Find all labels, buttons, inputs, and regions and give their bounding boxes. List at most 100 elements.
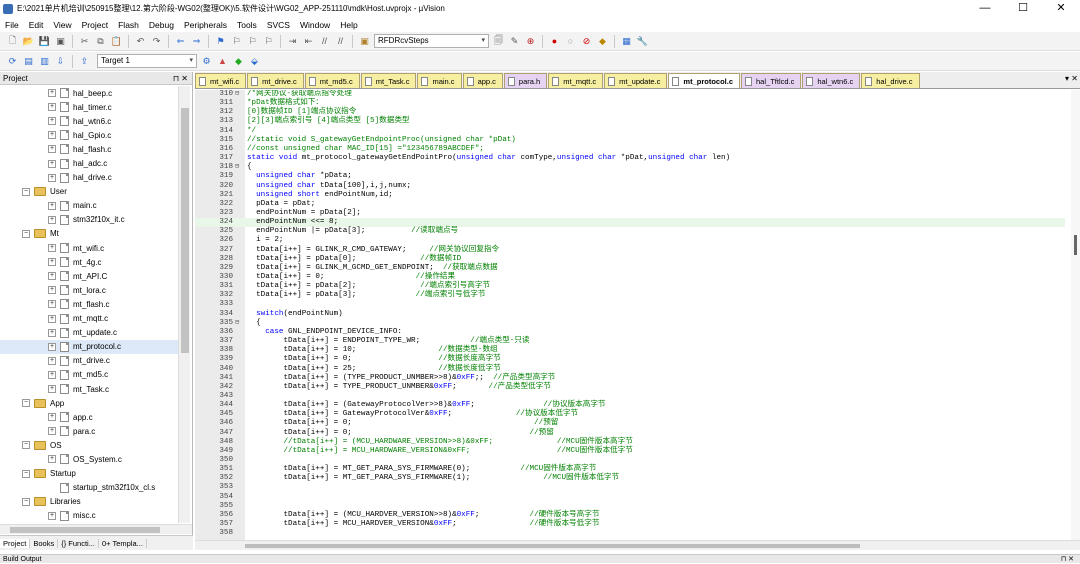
expand-icon[interactable]: + bbox=[48, 356, 56, 365]
code-line[interactable]: 323 endPointNum = pData[2]; bbox=[195, 209, 1065, 218]
expand-icon[interactable]: + bbox=[48, 314, 56, 323]
expand-icon[interactable]: + bbox=[48, 159, 56, 168]
editor-tab[interactable]: mt_drive.c bbox=[247, 73, 304, 88]
menu-tools[interactable]: Tools bbox=[232, 20, 262, 30]
code-line[interactable]: 337 tData[i++] = ENDPOINT_TYPE_WR; //端点类… bbox=[195, 337, 1065, 346]
code-line[interactable]: 313 [2][3]端点索引号 [4]端点类型 [5]数据类型 bbox=[195, 117, 1065, 126]
tree-folder[interactable]: − OS bbox=[0, 438, 178, 452]
project-horizontal-scrollbar[interactable] bbox=[0, 524, 192, 534]
collapse-icon[interactable]: − bbox=[22, 229, 30, 238]
tree-file[interactable]: + mt_Task.c bbox=[0, 382, 178, 396]
cut-icon[interactable]: ✂ bbox=[78, 35, 91, 48]
menu-view[interactable]: View bbox=[48, 20, 76, 30]
menu-flash[interactable]: Flash bbox=[113, 20, 144, 30]
tree-file[interactable]: startup_stm32f10x_cl.s bbox=[0, 481, 178, 495]
code-line[interactable]: 349 //tData[i++] = MCU_HARDWARE_VERSION&… bbox=[195, 447, 1065, 456]
fold-icon[interactable]: ⊟ bbox=[235, 90, 239, 99]
code-line[interactable]: 322 pData = pDat; bbox=[195, 200, 1065, 209]
uncomment-icon[interactable]: // bbox=[334, 35, 347, 48]
translate-icon[interactable]: ⟳ bbox=[6, 55, 19, 68]
code-line[interactable]: 340 tData[i++] = 25; //数据长度低字节 bbox=[195, 365, 1065, 374]
scrollbar-thumb[interactable] bbox=[10, 527, 160, 533]
tree-folder[interactable]: − Startup bbox=[0, 467, 178, 481]
tree-file[interactable]: + mt_protocol.c bbox=[0, 339, 178, 354]
undo-icon[interactable]: ↶ bbox=[134, 35, 147, 48]
manage-components-icon[interactable]: ▲ bbox=[216, 55, 229, 68]
tree-file[interactable]: + mt_wifi.c bbox=[0, 241, 178, 255]
window-layout-icon[interactable]: ▦ bbox=[620, 35, 633, 48]
code-line[interactable]: 352 tData[i++] = MT_GET_PARA_SYS_FIRMWAR… bbox=[195, 474, 1065, 483]
tab-list-menu[interactable]: ▾ ✕ bbox=[1065, 74, 1078, 83]
navigate-back-icon[interactable]: ⇐ bbox=[174, 35, 187, 48]
find-in-files-icon[interactable]: ▣ bbox=[358, 35, 371, 48]
tree-file[interactable]: + hal_drive.c bbox=[0, 171, 178, 185]
start-debug-icon[interactable]: ● bbox=[548, 35, 561, 48]
collapse-icon[interactable]: − bbox=[22, 469, 30, 478]
pack-installer-icon[interactable]: ⬙ bbox=[248, 55, 261, 68]
expand-icon[interactable]: + bbox=[48, 413, 56, 422]
new-file-icon[interactable]: 🗋 bbox=[6, 35, 19, 48]
navigate-forward-icon[interactable]: ⇒ bbox=[190, 35, 203, 48]
redo-icon[interactable]: ↷ bbox=[150, 35, 163, 48]
expand-icon[interactable]: + bbox=[48, 89, 56, 98]
editor-horizontal-scrollbar[interactable] bbox=[195, 540, 1080, 550]
tree-folder[interactable]: − App bbox=[0, 396, 178, 410]
close-button[interactable]: ✕ bbox=[1042, 0, 1080, 17]
load-icon[interactable]: ⇪ bbox=[78, 55, 91, 68]
expand-icon[interactable]: + bbox=[48, 286, 56, 295]
disable-breakpoint-icon[interactable]: ⊘ bbox=[580, 35, 593, 48]
code-line[interactable]: 338 tData[i++] = 10; //数据类型-数组 bbox=[195, 346, 1065, 355]
project-vertical-scrollbar[interactable] bbox=[178, 86, 190, 523]
panel-tab-3[interactable]: 0+ Templa... bbox=[99, 538, 147, 548]
code-line[interactable]: 339 tData[i++] = 0; //数据长度高字节 bbox=[195, 355, 1065, 364]
code-line[interactable]: 328 tData[i++] = pData[0]; //数据帧ID bbox=[195, 255, 1065, 264]
tree-file[interactable]: + stm32f10x_it.c bbox=[0, 213, 178, 227]
tab-menu-controls[interactable]: ▾ ✕ bbox=[1065, 74, 1078, 83]
expand-icon[interactable]: + bbox=[48, 117, 56, 126]
collapse-icon[interactable]: − bbox=[22, 497, 30, 506]
expand-icon[interactable]: + bbox=[48, 385, 56, 394]
find-icon[interactable]: 🗐 bbox=[492, 35, 505, 48]
comment-icon[interactable]: // bbox=[318, 35, 331, 48]
code-line[interactable]: 354 bbox=[195, 493, 1065, 502]
code-line[interactable]: 347 tData[i++] = 0; //预留 bbox=[195, 429, 1065, 438]
tree-file[interactable]: + misc.c bbox=[0, 509, 178, 523]
code-line[interactable]: 327 tData[i++] = GLINK_R_CMD_GATEWAY; //… bbox=[195, 246, 1065, 255]
code-line[interactable]: 325 endPointNum |= pData[3]; //读取端点号 bbox=[195, 227, 1065, 236]
expand-icon[interactable]: + bbox=[48, 131, 56, 140]
menu-help[interactable]: Help bbox=[335, 20, 362, 30]
editor-tab[interactable]: hal_drive.c bbox=[861, 73, 920, 88]
editor-tab[interactable]: para.h bbox=[503, 73, 548, 88]
select-packs-icon[interactable]: ◆ bbox=[232, 55, 245, 68]
panel-tab-0[interactable]: Project bbox=[0, 538, 31, 548]
tree-folder[interactable]: − Mt bbox=[0, 227, 178, 241]
scrollbar-thumb[interactable] bbox=[245, 544, 860, 548]
code-line[interactable]: 311 *pDat数据格式如下： bbox=[195, 99, 1065, 108]
panel-tab-2[interactable]: {} Functi... bbox=[58, 538, 99, 548]
editor-tab[interactable]: mt_Task.c bbox=[360, 73, 417, 88]
tree-file[interactable]: + mt_mqtt.c bbox=[0, 312, 178, 326]
editor-tab[interactable]: mt_wifi.c bbox=[195, 73, 247, 88]
expand-icon[interactable]: + bbox=[48, 427, 56, 436]
code-editor[interactable]: 310 ⊟/*网关协议-获取端点指令处理 311 *pDat数据格式如下： 312 [0]… bbox=[195, 90, 1080, 540]
tree-file[interactable]: + mt_flash.c bbox=[0, 297, 178, 311]
code-line[interactable]: 333 bbox=[195, 300, 1065, 309]
code-line[interactable]: 334 switch(endPointNum) bbox=[195, 310, 1065, 319]
code-line[interactable]: 344 tData[i++] = (GatewayProtocolVer>>8)… bbox=[195, 401, 1065, 410]
code-line[interactable]: 336 case GNL_ENDPOINT_DEVICE_INFO: bbox=[195, 328, 1065, 337]
code-line[interactable]: 351 tData[i++] = MT_GET_PARA_SYS_FIRMWAR… bbox=[195, 465, 1065, 474]
code-line[interactable]: 318 ⊟ { bbox=[195, 163, 1065, 172]
open-folder-icon[interactable]: 📂 bbox=[22, 35, 35, 48]
expand-icon[interactable]: + bbox=[48, 145, 56, 154]
code-line[interactable]: 326 i = 2; bbox=[195, 236, 1065, 245]
find-combo[interactable]: RFDRcvSteps ▾ bbox=[374, 34, 489, 48]
tree-file[interactable]: + hal_beep.c bbox=[0, 86, 178, 100]
debug-session-icon[interactable]: ⊕ bbox=[524, 35, 537, 48]
menu-peripherals[interactable]: Peripherals bbox=[179, 20, 232, 30]
code-line[interactable]: 350 bbox=[195, 456, 1065, 465]
breakpoint-icon[interactable]: ○ bbox=[564, 35, 577, 48]
editor-tab[interactable]: mt_md5.c bbox=[304, 73, 360, 88]
menu-debug[interactable]: Debug bbox=[144, 20, 179, 30]
tree-file[interactable]: + hal_Gpio.c bbox=[0, 128, 178, 142]
prev-bookmark-icon[interactable]: ⚐ bbox=[230, 35, 243, 48]
